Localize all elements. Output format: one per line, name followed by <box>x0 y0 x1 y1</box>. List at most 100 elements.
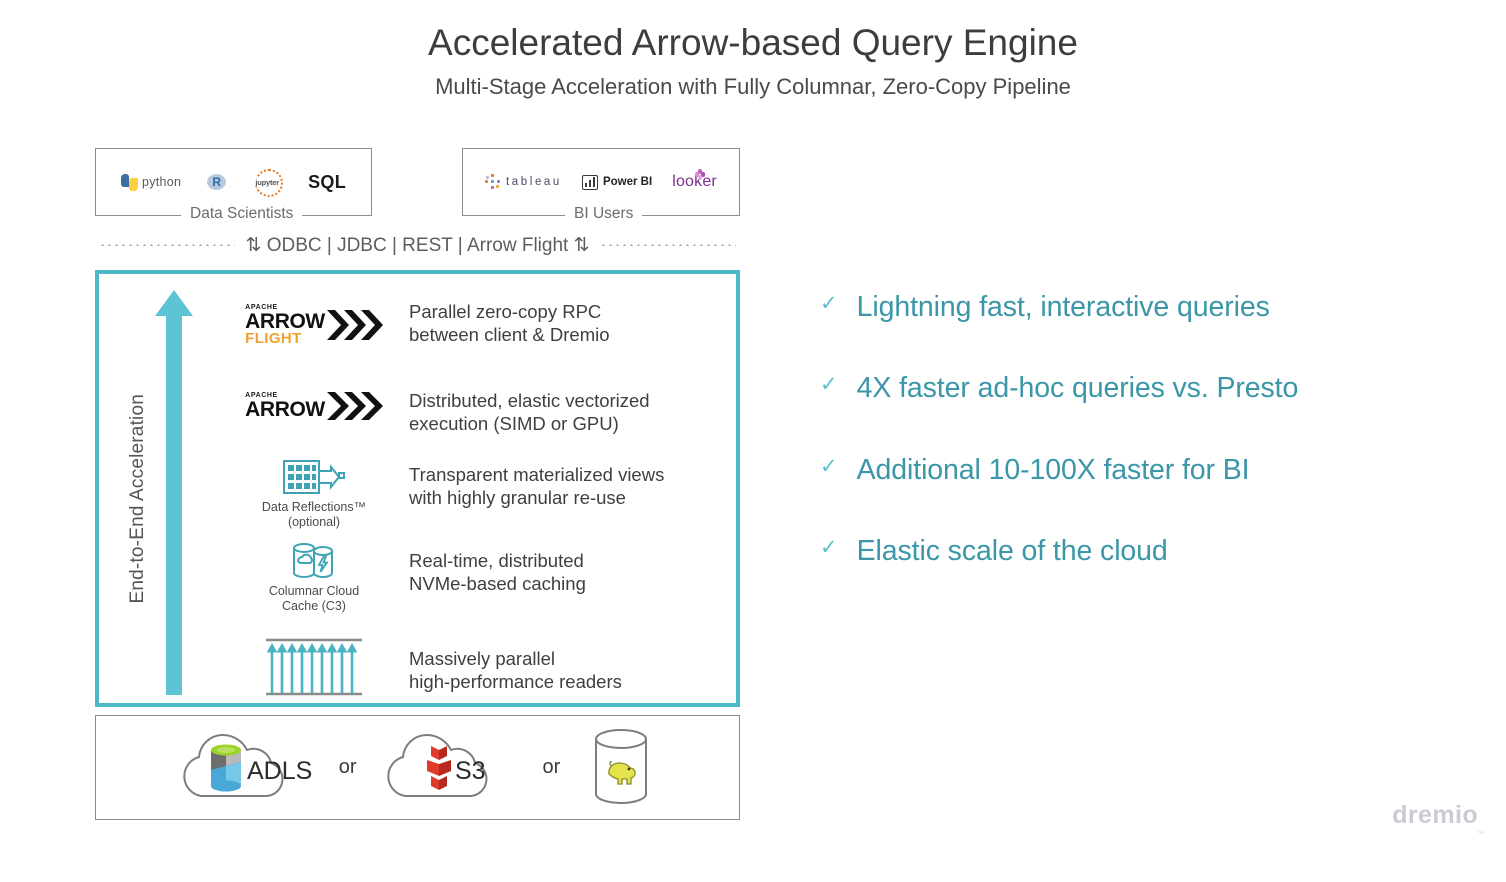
table-row: Columnar Cloud Cache (C3) Real-time, dis… <box>219 541 724 627</box>
parallel-readers-icon <box>219 627 409 697</box>
tableau-icon <box>485 174 501 190</box>
columnar-cloud-cache-icon: Columnar Cloud Cache (C3) <box>219 541 409 614</box>
adls-cloud-icon: ADLS <box>171 726 321 810</box>
table-row: Data Reflections™ (optional) Transparent… <box>219 457 724 541</box>
client-tiers: python R jupyter SQL tableau Power BI lo… <box>95 148 740 223</box>
powerbi-logo: Power BI <box>581 174 653 190</box>
adls-cylinder-icon <box>210 744 241 791</box>
chevrons-icon <box>326 392 383 420</box>
tableau-label: tableau <box>506 176 562 188</box>
bi-users-caption: BI Users <box>565 205 643 223</box>
trademark-symbol: ™ <box>1477 831 1484 838</box>
caption-line1: Data Reflections™ <box>261 500 367 514</box>
updown-arrow-left-icon: ⇅ <box>245 234 262 256</box>
check-icon: ✓ <box>820 536 838 560</box>
sql-logo: SQL <box>308 172 346 193</box>
python-icon <box>120 173 138 191</box>
row-text-line1: Distributed, elastic vectorized <box>409 390 650 411</box>
slide-canvas: Accelerated Arrow-based Query Engine Mul… <box>0 0 1506 882</box>
updown-arrow-right-icon: ⇅ <box>573 234 590 256</box>
powerbi-icon <box>581 174 598 190</box>
connector-protocols: ⇅ ODBC | JDBC | REST | Arrow Flight ⇅ <box>95 230 740 260</box>
parallel-arrows-icon <box>266 638 362 696</box>
benefit-label: Additional 10-100X faster for BI <box>856 453 1250 486</box>
jupyter-icon: jupyter <box>252 167 284 197</box>
table-row: APACHE ARROW FLIGHT Parallel zero-copy R… <box>219 288 724 373</box>
benefit-label: Lightning fast, interactive queries <box>856 291 1270 323</box>
r-icon: R <box>207 174 227 190</box>
separator-or-1: or <box>338 756 357 778</box>
row-description: Real-time, distributed NVMe-based cachin… <box>409 541 586 596</box>
table-row: Massively parallel high-performance read… <box>219 627 724 707</box>
row-text-line2: execution (SIMD or GPU) <box>409 413 619 435</box>
row-text-line2: with highly granular re-use <box>409 487 626 509</box>
page-subtitle: Multi-Stage Acceleration with Fully Colu… <box>435 73 1071 99</box>
benefit-label: Elastic scale of the cloud <box>856 535 1168 568</box>
caption-line1: Columnar Cloud <box>268 584 360 598</box>
check-icon: ✓ <box>820 373 838 397</box>
arrow-arrow-label: ARROW <box>245 398 325 422</box>
caption-line2: Cache (C3) <box>282 598 346 613</box>
benefit-label: 4X faster ad-hoc queries vs. Presto <box>856 372 1299 405</box>
data-scientists-caption: Data Scientists <box>181 205 303 223</box>
list-item: ✓ Lightning fast, interactive queries <box>820 291 1460 323</box>
row-text-line1: Massively parallel <box>409 648 555 669</box>
benefits-list: ✓ Lightning fast, interactive queries ✓ … <box>820 291 1460 617</box>
chevrons-icon <box>326 310 383 341</box>
python-logo: python <box>120 173 182 191</box>
c3-caption: Columnar Cloud Cache (C3) <box>269 584 359 614</box>
row-description: Transparent materialized views with high… <box>409 457 664 510</box>
tableau-logo: tableau <box>485 174 562 190</box>
dotted-line-right <box>599 244 736 246</box>
s3-cloud-shape: S3 <box>386 733 487 797</box>
row-text-line2: NVMe-based caching <box>409 573 586 595</box>
check-icon: ✓ <box>820 292 838 315</box>
hadoop-cylinder-icon <box>578 726 664 810</box>
row-description: Parallel zero-copy RPC between client & … <box>409 288 610 347</box>
s3-label: S3 <box>455 757 486 785</box>
jupyter-label: jupyter <box>254 177 280 187</box>
data-reflections-caption: Data Reflections™ (optional) <box>262 500 366 530</box>
acceleration-box: End-to-End Acceleration APACHE ARROW FLI… <box>95 270 740 707</box>
list-item: ✓ Elastic scale of the cloud <box>820 535 1460 568</box>
sql-label: SQL <box>308 171 347 192</box>
row-description: Massively parallel high-performance read… <box>409 627 622 694</box>
page-title: Accelerated Arrow-based Query Engine <box>428 22 1078 63</box>
protocols-text: ⇅ ODBC | JDBC | REST | Arrow Flight ⇅ <box>235 234 599 257</box>
apache-arrow-logo: APACHE ARROW <box>219 373 409 421</box>
row-text-line2: high-performance readers <box>409 671 622 693</box>
row-text-line1: Parallel zero-copy RPC <box>409 301 602 322</box>
adls-cloud-shape: ADLS <box>183 733 312 797</box>
python-label: python <box>141 175 182 189</box>
acceleration-rows: APACHE ARROW FLIGHT Parallel zero-copy R… <box>219 288 724 707</box>
row-text-line1: Transparent materialized views <box>409 464 665 485</box>
s3-cloud-icon: S3 <box>375 726 525 810</box>
looker-icon <box>694 169 706 180</box>
adls-label: ADLS <box>247 757 312 785</box>
cloud-cache-cylinders-icon <box>293 543 333 578</box>
hadoop-cylinder-shape <box>595 728 648 804</box>
separator-or-2: or <box>542 756 561 778</box>
dremio-logo: dremio <box>1392 801 1478 829</box>
powerbi-label: Power BI <box>602 176 653 188</box>
table-row: APACHE ARROW Distributed, elastic vector… <box>219 373 724 457</box>
acceleration-vertical-label: End-to-End Acceleration <box>127 394 148 604</box>
row-text-line1: Real-time, distributed <box>409 550 584 571</box>
row-text-line2: between client & Dremio <box>409 324 610 346</box>
up-arrow-icon <box>155 290 193 695</box>
apache-arrow-flight-logo: APACHE ARROW FLIGHT <box>219 288 409 346</box>
r-logo: R <box>207 174 227 190</box>
arrow-flight-arrow-label: ARROW <box>245 310 325 333</box>
data-reflections-icon: Data Reflections™ (optional) <box>219 457 409 530</box>
reflections-grid-icon <box>283 460 345 494</box>
list-item: ✓ Additional 10-100X faster for BI <box>820 453 1460 486</box>
r-label: R <box>212 175 222 189</box>
caption-line2: (optional) <box>287 514 341 529</box>
arrow-flight-flight-label: FLIGHT <box>245 330 302 348</box>
check-icon: ✓ <box>820 454 838 478</box>
list-item: ✓ 4X faster ad-hoc queries vs. Presto <box>820 372 1460 405</box>
looker-logo: looker <box>672 169 717 191</box>
jupyter-logo: jupyter <box>252 167 284 197</box>
dotted-line-left <box>99 244 236 246</box>
storage-box: ADLS or S3 or <box>95 715 740 820</box>
